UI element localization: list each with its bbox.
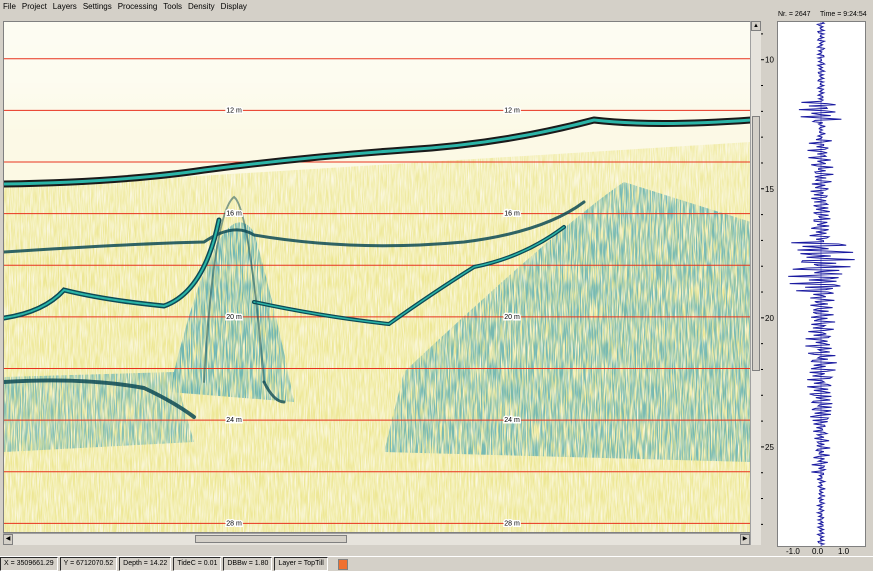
scroll-up-icon[interactable]: ▲ — [751, 21, 761, 31]
status-x: X = 3509661.29 — [0, 557, 58, 571]
scroll-left-icon[interactable]: ◀ — [3, 534, 13, 545]
menu-layers[interactable]: Layers — [50, 0, 80, 13]
scroll-right-icon[interactable]: ▶ — [740, 534, 750, 545]
seismic-profile-canvas[interactable]: 12 m 12 m 16 m 16 m 20 m 20 m 24 m 24 m 28 m 28 m — [4, 22, 751, 532]
depth-axis-label: 25 — [765, 443, 774, 452]
trace-axis-label: -1.0 — [786, 547, 800, 556]
trace-axis-label: 1.0 — [838, 547, 850, 556]
menu-processing[interactable]: Processing — [115, 0, 161, 13]
depth-marker-label: 28 m — [226, 520, 242, 527]
status-tidec: TideC = 0.01 — [173, 557, 222, 571]
menu-file[interactable]: File — [0, 0, 19, 13]
depth-marker-label: 16 m — [504, 211, 520, 218]
horizontal-scrollbar[interactable]: ◀ ▶ — [3, 533, 750, 545]
layer-color-swatch — [337, 558, 348, 570]
teal-scatter — [4, 22, 751, 532]
depth-marker-label: 24 m — [226, 417, 242, 424]
seismic-profile-view[interactable]: 12 m 12 m 16 m 16 m 20 m 20 m 24 m 24 m 28 m 28 m — [3, 21, 752, 533]
status-y: Y = 6712070.52 — [59, 557, 118, 571]
horizontal-scroll-thumb[interactable] — [195, 535, 347, 543]
depth-axis-label: 15 — [765, 185, 774, 194]
trace-panel — [777, 21, 866, 547]
menu-project[interactable]: Project — [19, 0, 50, 13]
status-bar: X = 3509661.29 Y = 6712070.52 Depth = 14… — [0, 556, 873, 571]
trace-axis-label: 0.0 — [812, 547, 824, 556]
depth-marker-label: 16 m — [226, 211, 242, 218]
trace-number: Nr. = 2647 — [778, 11, 811, 18]
vertical-scrollbar[interactable]: ▲ — [750, 21, 761, 545]
depth-marker-label: 20 m — [504, 314, 520, 321]
menu-density[interactable]: Density — [185, 0, 218, 13]
menu-display[interactable]: Display — [218, 0, 250, 13]
depth-marker-label: 20 m — [226, 314, 242, 321]
depth-marker-label: 28 m — [504, 520, 520, 527]
depth-axis-label: 20 — [765, 314, 774, 323]
trace-waveform — [788, 21, 855, 546]
trace-line — [788, 21, 855, 546]
status-depth: Depth = 14.22 — [119, 557, 172, 571]
depth-axis-label: 10 — [765, 56, 774, 65]
status-dbbw: DBBw = 1.80 — [223, 557, 273, 571]
menu-bar: File Project Layers Settings Processing … — [0, 0, 873, 13]
menu-settings[interactable]: Settings — [80, 0, 115, 13]
status-layer: Layer = TopTill — [274, 557, 328, 571]
depth-marker-label: 24 m — [504, 417, 520, 424]
depth-axis: 10 15 20 25 — [761, 33, 774, 525]
depth-marker-label: 12 m — [504, 107, 520, 114]
depth-marker-label: 12 m — [226, 107, 242, 114]
menu-tools[interactable]: Tools — [160, 0, 185, 13]
trace-time: Time = 9:24:54 — [820, 11, 867, 18]
vertical-scroll-thumb[interactable] — [752, 116, 760, 371]
